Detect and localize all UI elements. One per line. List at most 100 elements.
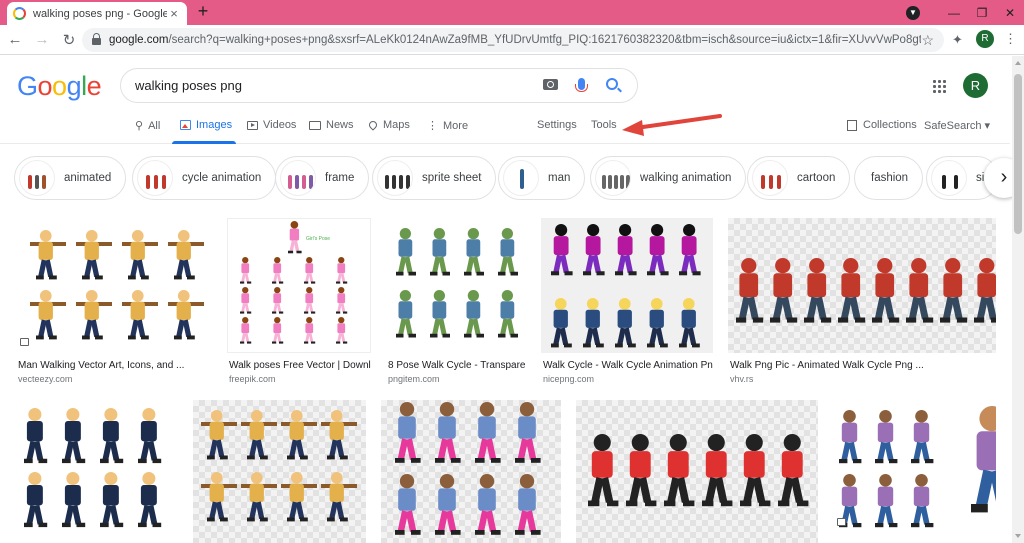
chip-man[interactable]: man [498,156,586,200]
bookmark-star-icon[interactable]: ☆ [921,32,934,49]
close-window-button[interactable]: ✕ [996,6,1024,20]
google-apps-grid-icon[interactable] [932,79,946,93]
walking-figure-sprite [588,434,619,507]
more-vert-icon: ⋮ [427,120,438,132]
chip-cartoon[interactable]: cartoon [747,156,851,200]
image-result[interactable]: 8 Pose Walk Cycle - Transpare... pngitem… [386,218,526,388]
walking-figure-sprite [583,224,605,276]
collections-icon [847,119,857,131]
result-thumbnail-zombie-walk[interactable] [386,218,526,353]
tools-link[interactable]: Tools [591,119,617,131]
result-title[interactable]: Man Walking Vector Art, Icons, and ... [18,360,212,371]
result-title[interactable]: 8 Pose Walk Cycle - Transpare... [388,360,526,371]
image-result[interactable]: Girl's Pose Walk poses Free Vector | Dow… [227,218,371,388]
search-input[interactable]: walking poses png [135,78,530,93]
result-source[interactable]: vecteezy.com [18,374,72,384]
google-logo[interactable]: Google [17,71,102,102]
page-scrollbar[interactable] [1012,56,1024,543]
voice-search-button[interactable] [570,77,592,95]
maximize-button[interactable]: ❐ [968,6,996,20]
image-result[interactable] [16,400,179,543]
walking-figure-sprite [583,298,604,348]
result-thumbnail-girl-poses[interactable]: Girl's Pose [227,218,371,353]
result-thumbnail-businessman[interactable] [16,400,179,543]
result-thumbnail-red-shirt[interactable] [576,400,818,543]
address-bar[interactable]: google.com/search?q=walking+poses+png&sx… [82,28,944,52]
image-result[interactable]: Walk Png Pic - Animated Walk Cycle Png .… [728,218,996,388]
walking-figure-sprite [515,474,541,535]
safesearch-toggle[interactable]: SafeSearch ▾ [924,119,990,132]
download-indicator-icon[interactable]: ▼ [906,5,920,20]
image-result[interactable]: Man Walking Vector Art, Icons, and ... v… [16,218,212,388]
walking-figure-sprite [288,221,302,254]
result-title[interactable]: Walk Png Pic - Animated Walk Cycle Png .… [730,360,996,371]
search-icon: ⚲ [135,120,144,132]
image-result[interactable] [833,400,996,543]
result-title[interactable]: Walk poses Free Vector | Downl... [229,360,371,371]
lock-icon[interactable] [92,33,101,45]
search-box[interactable]: walking poses png [120,68,638,103]
extensions-puzzle-icon[interactable]: ✦ [952,32,963,48]
result-source[interactable]: nicepng.com [543,374,594,384]
settings-link[interactable]: Settings [537,119,577,131]
new-tab-button[interactable]: + [194,2,212,21]
search-submit-button[interactable] [601,77,623,95]
result-source[interactable]: pngitem.com [388,374,440,384]
walking-figure-sprite [498,290,518,338]
chip-thumbnail [595,160,631,196]
result-source[interactable]: vhv.rs [730,374,753,384]
scroll-up-arrow-icon[interactable] [1015,61,1021,65]
result-thumbnail-cap-boy[interactable] [728,218,996,353]
image-result[interactable]: Walk Cycle - Walk Cycle Animation Pn... … [541,218,713,388]
tab-more[interactable]: ⋮ More [427,119,468,133]
chip-thumbnail [280,160,316,196]
chip-fashion[interactable]: fashion [854,156,924,200]
chip-label: cartoon [797,172,836,184]
tab-news[interactable]: News [309,119,354,131]
walking-figure-sprite [551,224,573,276]
walking-figure-sprite [272,257,284,284]
browser-menu-icon[interactable]: ⋮ [1004,31,1017,47]
result-thumbnail-worker-plank[interactable] [16,218,212,353]
scroll-down-arrow-icon[interactable] [1015,534,1021,538]
back-button[interactable]: ← [3,31,27,48]
news-icon [309,120,321,130]
result-title[interactable]: Walk Cycle - Walk Cycle Animation Pn... [543,360,713,371]
camera-icon [542,78,558,90]
account-avatar[interactable]: R [963,73,988,98]
tab-videos[interactable]: Videos [247,119,296,131]
tab-close-icon[interactable]: × [167,6,181,21]
result-thumbnail-purple-shirt[interactable] [833,400,996,543]
result-source[interactable]: freepik.com [229,374,276,384]
forward-button[interactable]: → [30,31,54,48]
walking-figure-sprite [336,287,348,314]
minimize-button[interactable]: — [940,6,968,20]
scrollbar-thumb[interactable] [1014,74,1022,234]
walking-figure-sprite [615,298,636,348]
browser-profile-avatar[interactable]: R [976,30,994,48]
chip-animated[interactable]: animated [14,156,127,200]
walking-figure-sprite [100,408,124,464]
image-result[interactable] [381,400,561,543]
result-thumbnail-woman-walk[interactable] [381,400,561,543]
browser-tab[interactable]: walking poses png - Google Sea × [7,2,187,25]
tab-images[interactable]: Images [180,119,232,131]
chip-cycle-animation[interactable]: cycle animation [132,156,277,200]
result-thumbnail-cartoon-kids[interactable] [541,218,713,353]
tab-all[interactable]: ⚲ All [135,119,160,133]
result-thumbnail-worker-plank-2[interactable] [193,400,366,543]
reload-button[interactable]: ↻ [57,31,81,49]
walking-figure-sprite [498,228,518,276]
image-result[interactable] [193,400,366,543]
search-by-image-button[interactable] [539,77,561,95]
collections-link[interactable]: Collections [847,119,917,131]
chip-thumbnail [931,160,967,196]
walking-figure-sprite [430,290,450,338]
image-result[interactable] [576,400,818,543]
tab-maps[interactable]: Maps [367,119,410,131]
walking-figure-sprite [336,317,348,344]
walking-figure-sprite [971,406,996,513]
chip-walking-animation[interactable]: walking animation [590,156,747,200]
chip-sprite-sheet[interactable]: sprite sheet [372,156,497,200]
chip-frame[interactable]: frame [275,156,370,200]
